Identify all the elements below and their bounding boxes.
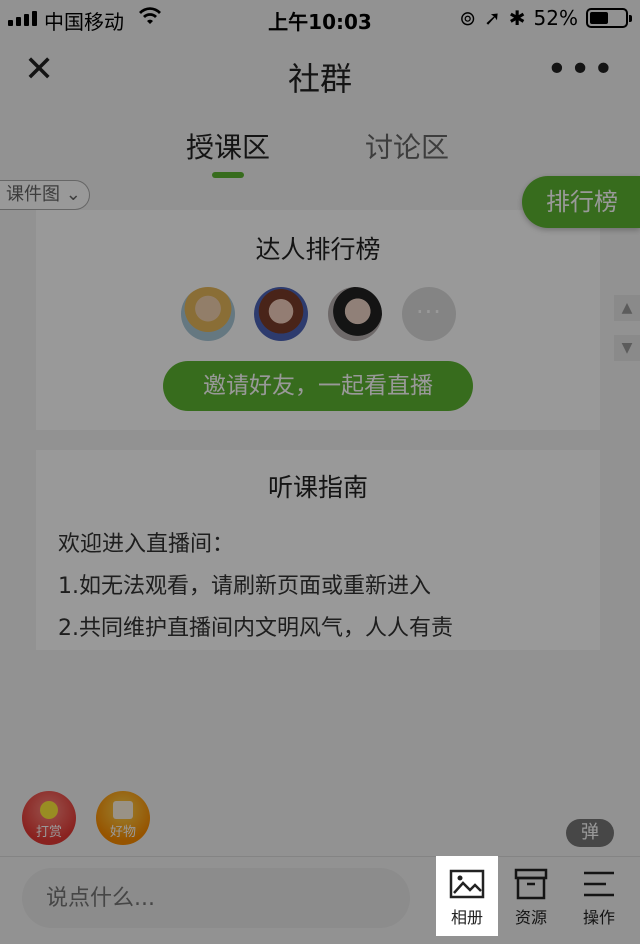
album-button[interactable]: 相册 bbox=[436, 856, 498, 936]
image-icon bbox=[449, 869, 485, 899]
dim-overlay bbox=[0, 0, 640, 944]
album-label: 相册 bbox=[450, 908, 483, 927]
